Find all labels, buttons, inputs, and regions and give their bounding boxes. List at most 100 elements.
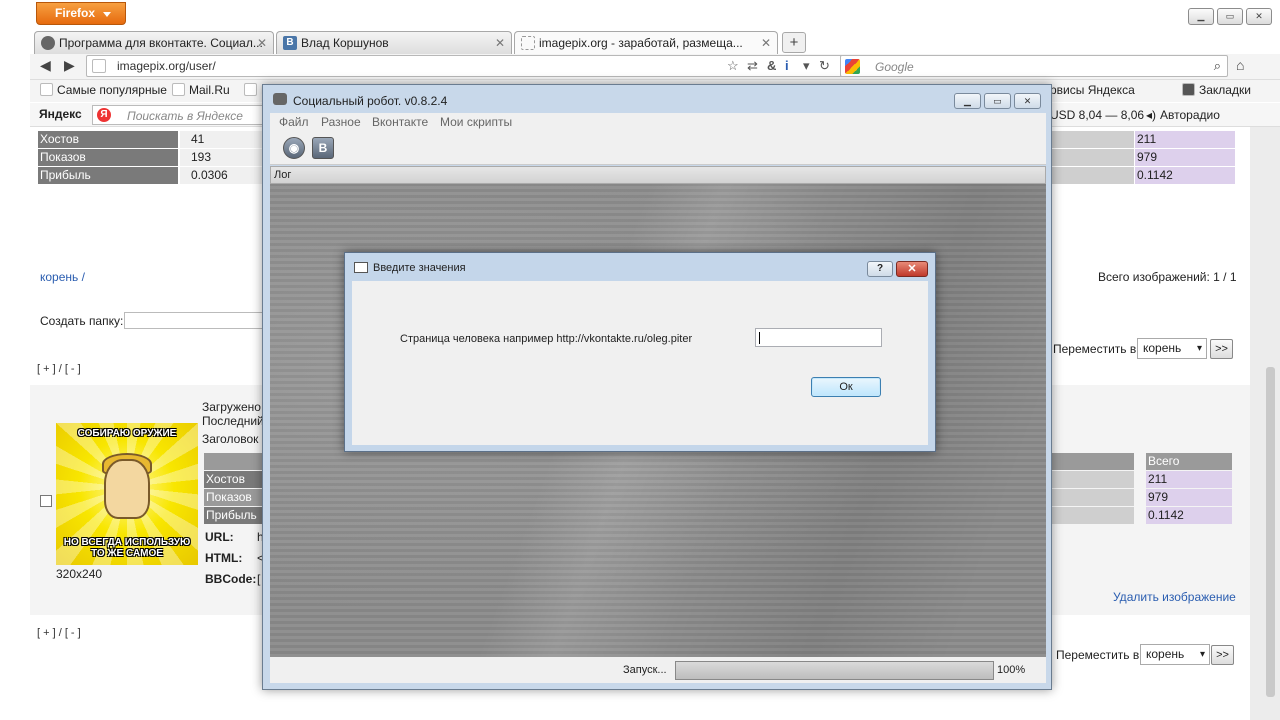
stat-total: 0.1142 — [1135, 167, 1235, 184]
stat-total: 979 — [1135, 149, 1235, 166]
firefox-menu-button[interactable]: Firefox — [36, 2, 126, 25]
bbcode-value[interactable]: [ — [257, 572, 260, 586]
profile-url-input[interactable] — [755, 328, 882, 347]
create-folder-label: Создать папку: — [40, 314, 124, 328]
image-total-value: 211 — [1146, 471, 1232, 488]
image-total-spacer — [1040, 507, 1134, 524]
browser-window-controls: ▁ ▭ ✕ — [1188, 8, 1272, 25]
currency-rates[interactable]: USD 8,04 — 8,06 — [1050, 108, 1144, 122]
move-folder-select-bottom[interactable]: корень — [1140, 644, 1210, 665]
stat-label: Прибыль — [38, 167, 178, 184]
tab-title: Программа для вконтакте. Социал... — [59, 36, 263, 50]
menu-my-scripts[interactable]: Мои скрипты — [440, 115, 512, 129]
menu-file[interactable]: Файл — [279, 115, 309, 129]
robot-title: Социальный робот. v0.8.2.4 — [293, 94, 448, 108]
robot-statusbar: Запуск... 100% — [270, 657, 1046, 683]
robot-menubar: Файл Разное Вконтакте Мои скрипты — [270, 113, 1046, 131]
tab-imagepix[interactable]: imagepix.org - заработай, размеща... ✕ — [514, 31, 778, 54]
profile-url-label: Страница человека например http://vkonta… — [400, 333, 693, 345]
scrollbar-thumb[interactable] — [1266, 367, 1275, 697]
stat-total-spacer — [1050, 149, 1134, 166]
robot-titlebar[interactable]: Социальный робот. v0.8.2.4 ▁ ▭ ✕ — [263, 85, 1051, 115]
robot-minimize-button[interactable]: ▁ — [954, 93, 981, 109]
ok-button[interactable]: Ок — [811, 377, 881, 397]
translate-icon[interactable]: ⇄ — [747, 58, 758, 74]
search-bar[interactable]: Google ⌕ — [840, 55, 1228, 77]
browser-titlebar: Firefox ▁ ▭ ✕ — [0, 0, 1280, 30]
dialog-titlebar[interactable]: Введите значения — [345, 253, 935, 281]
thumbnail-bottom-text: НО ВСЕГДА ИСПОЛЬЗУЮ ТО ЖЕ САМОЕ — [63, 537, 191, 559]
close-button[interactable]: ✕ — [1246, 8, 1272, 25]
yandex-logo[interactable]: Яндекс — [39, 107, 82, 121]
create-folder-input[interactable] — [124, 312, 264, 329]
ampersand-addon-icon[interactable]: & — [767, 58, 776, 73]
dialog-title: Введите значения — [373, 262, 466, 274]
bookmark-yandex-services[interactable]: рвисы Яндекса — [1050, 83, 1135, 97]
vk-icon[interactable]: В — [312, 137, 334, 159]
page-scrollbar[interactable] — [1250, 127, 1280, 720]
expand-collapse-links[interactable]: [ + ] / [ - ] — [37, 363, 81, 375]
info-addon-icon[interactable]: i — [785, 58, 789, 73]
robot-maximize-button[interactable]: ▭ — [984, 93, 1011, 109]
image-total-spacer — [1040, 489, 1134, 506]
menu-vkontakte[interactable]: Вконтакте — [372, 115, 428, 129]
breadcrumb[interactable]: корень / — [40, 270, 85, 284]
site-identity-icon[interactable] — [92, 59, 106, 73]
search-icon[interactable]: ⌕ — [1214, 58, 1221, 74]
home-icon[interactable]: ⌂ — [1236, 57, 1244, 73]
speaker-icon[interactable]: ◂) — [1146, 108, 1156, 122]
tab-title: imagepix.org - заработай, размеща... — [539, 36, 743, 50]
forward-arrow-icon[interactable]: ▶ — [64, 57, 75, 74]
yandex-search-placeholder: Поискать в Яндексе — [127, 109, 243, 123]
tab-close-icon[interactable]: ✕ — [761, 32, 771, 54]
bookmark-mailru[interactable]: Mail.Ru — [172, 83, 230, 97]
new-tab-button[interactable]: + — [782, 32, 806, 53]
image-thumbnail[interactable]: СОБИРАЮ ОРУЖИЕ НО ВСЕГДА ИСПОЛЬЗУЮ ТО ЖЕ… — [56, 423, 198, 565]
bookmark-icon — [40, 83, 53, 96]
dropdown-arrow-icon[interactable]: ▾ — [803, 58, 810, 74]
move-button[interactable]: >> — [1210, 339, 1233, 359]
title-label: Заголовок — [202, 432, 259, 446]
stat-total-spacer — [1050, 167, 1134, 184]
yandex-search-input[interactable]: Я Поискать в Яндексе — [92, 105, 270, 125]
minimize-button[interactable]: ▁ — [1188, 8, 1214, 25]
menu-misc[interactable]: Разное — [321, 115, 361, 129]
maximize-button[interactable]: ▭ — [1217, 8, 1243, 25]
reload-icon[interactable]: ↻ — [819, 58, 830, 74]
url-bar[interactable]: imagepix.org/user/ ☆ ⇄ & i ▾ ↻ — [86, 55, 864, 77]
google-logo-icon[interactable] — [845, 59, 860, 74]
image-stat-profit: Прибыль — [204, 507, 262, 524]
back-arrow-icon[interactable]: ◀ — [40, 57, 51, 74]
bookmark-star-icon[interactable]: ☆ — [727, 58, 739, 74]
expand-collapse-links-bottom[interactable]: [ + ] / [ - ] — [37, 627, 81, 639]
uploaded-label: Загружено: — [202, 400, 265, 414]
robot-close-button[interactable]: ✕ — [1014, 93, 1041, 109]
thumbnail-figure — [104, 459, 150, 519]
tab-vk-program[interactable]: Программа для вконтакте. Социал... ✕ — [34, 31, 274, 54]
radio-widget[interactable]: Авторадио — [1160, 108, 1220, 122]
search-placeholder: Google — [875, 60, 914, 74]
thumbnail-top-text: СОБИРАЮ ОРУЖИЕ — [77, 428, 177, 439]
stop-icon[interactable]: ◉ — [283, 137, 305, 159]
tab-close-icon[interactable]: ✕ — [495, 32, 505, 54]
move-button-bottom[interactable]: >> — [1211, 645, 1234, 665]
robot-window-controls: ▁ ▭ ✕ — [954, 93, 1041, 109]
image-checkbox[interactable] — [40, 495, 52, 507]
delete-image-link[interactable]: Удалить изображение — [1113, 590, 1236, 604]
dialog-body: Страница человека например http://vkonta… — [352, 281, 928, 445]
tab-close-icon[interactable]: ✕ — [257, 32, 267, 54]
bookmarks-menu[interactable]: Закладки — [1182, 83, 1251, 97]
bbcode-label: BBCode: — [205, 572, 257, 586]
tab-vlad[interactable]: В Влад Коршунов ✕ — [276, 31, 512, 54]
desktop-edge — [0, 30, 30, 720]
image-total-value: 0.1142 — [1146, 507, 1232, 524]
log-header: Лог — [270, 166, 1046, 184]
dialog-close-button[interactable]: ✕ — [896, 261, 928, 277]
progress-percent: 100% — [997, 664, 1026, 676]
total-images: Всего изображений: 1 / 1 — [1098, 270, 1237, 284]
bookmark-popular[interactable]: Самые популярные — [40, 83, 167, 97]
move-folder-select[interactable]: корень — [1137, 338, 1207, 359]
url-code-label: URL: — [205, 530, 234, 544]
help-button[interactable]: ? — [867, 261, 893, 277]
image-size: 320x240 — [56, 567, 103, 581]
